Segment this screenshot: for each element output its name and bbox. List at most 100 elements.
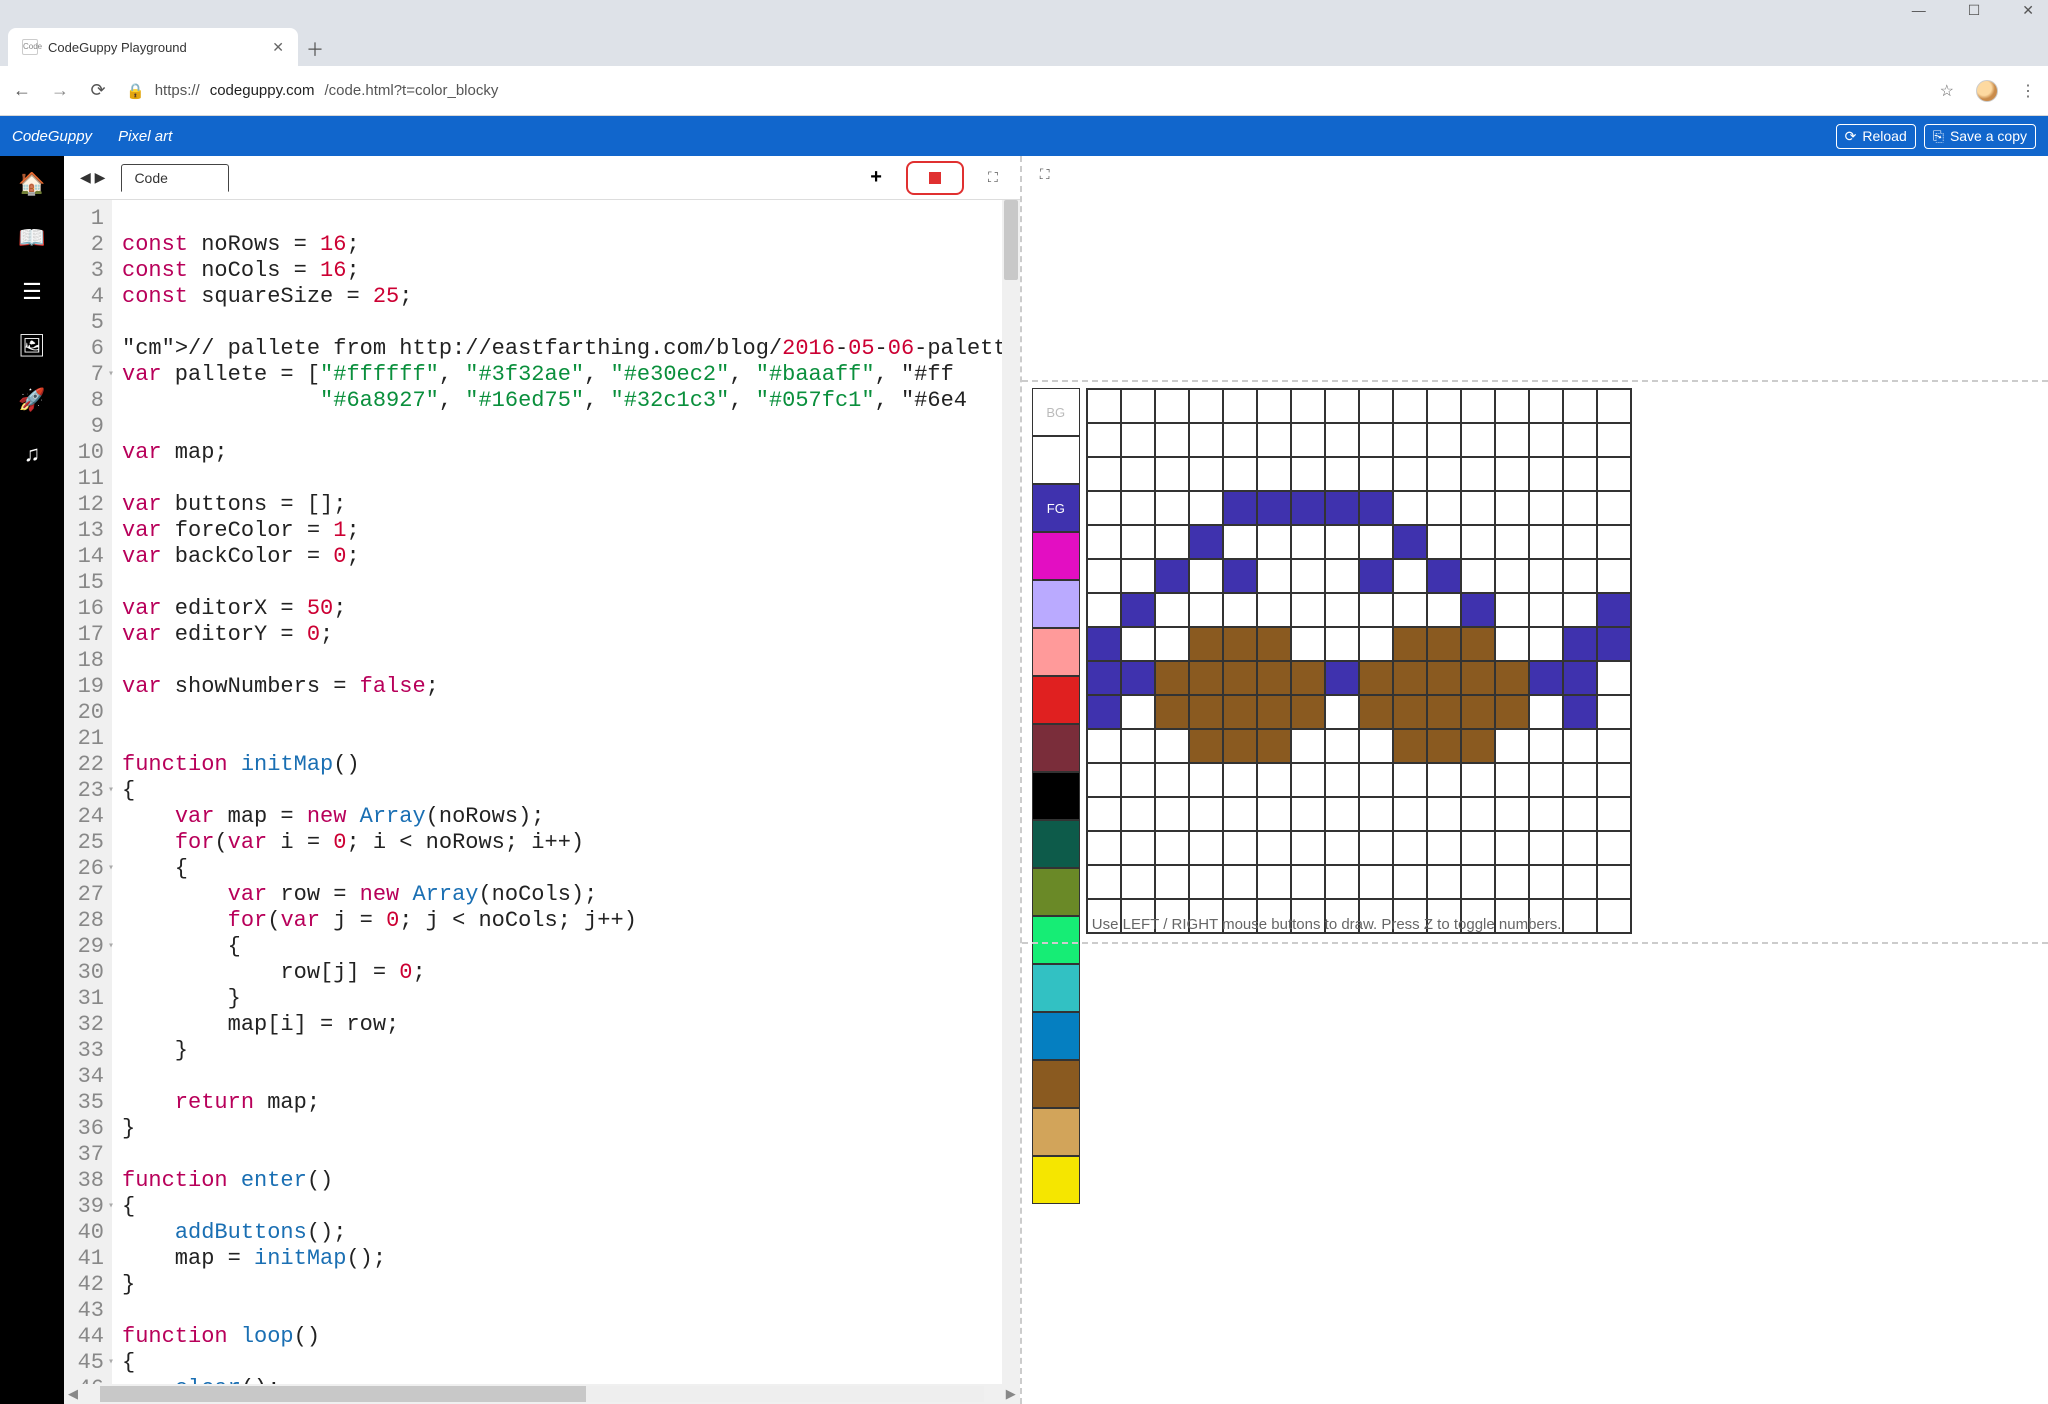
pixel-cell[interactable] — [1495, 525, 1529, 559]
pixel-cell[interactable] — [1121, 389, 1155, 423]
pixel-cell[interactable] — [1325, 389, 1359, 423]
pixel-cell[interactable] — [1223, 389, 1257, 423]
pixel-cell[interactable] — [1087, 627, 1121, 661]
new-tab-button[interactable]: ＋ — [298, 32, 332, 66]
pixel-cell[interactable] — [1257, 661, 1291, 695]
pixel-cell[interactable] — [1325, 525, 1359, 559]
pixel-cell[interactable] — [1189, 729, 1223, 763]
pixel-cell[interactable] — [1529, 797, 1563, 831]
pixel-cell[interactable] — [1393, 729, 1427, 763]
pixel-cell[interactable] — [1223, 593, 1257, 627]
pixel-cell[interactable] — [1427, 661, 1461, 695]
pixel-cell[interactable] — [1223, 661, 1257, 695]
pixel-cell[interactable] — [1495, 763, 1529, 797]
pixel-cell[interactable] — [1393, 661, 1427, 695]
rocket-icon[interactable]: 🚀 — [18, 386, 46, 414]
pixel-cell[interactable] — [1359, 865, 1393, 899]
pixel-cell[interactable] — [1189, 423, 1223, 457]
pixel-cell[interactable] — [1121, 627, 1155, 661]
pixel-cell[interactable] — [1495, 491, 1529, 525]
pixel-cell[interactable] — [1495, 559, 1529, 593]
pixel-cell[interactable] — [1155, 831, 1189, 865]
pixel-cell[interactable] — [1393, 389, 1427, 423]
palette-swatch[interactable] — [1032, 820, 1080, 868]
palette-swatch[interactable] — [1032, 676, 1080, 724]
pixel-cell[interactable] — [1563, 763, 1597, 797]
pixel-cell[interactable] — [1155, 865, 1189, 899]
pixel-cell[interactable] — [1291, 763, 1325, 797]
palette-swatch[interactable] — [1032, 916, 1080, 964]
pixel-cell[interactable] — [1427, 389, 1461, 423]
pixel-cell[interactable] — [1291, 389, 1325, 423]
music-icon[interactable]: ♫ — [18, 440, 46, 468]
pixel-cell[interactable] — [1087, 661, 1121, 695]
pixel-cell[interactable] — [1257, 831, 1291, 865]
pixel-cell[interactable] — [1597, 899, 1631, 933]
pixel-cell[interactable] — [1393, 423, 1427, 457]
pixel-cell[interactable] — [1257, 627, 1291, 661]
pixel-cell[interactable] — [1393, 865, 1427, 899]
pixel-cell[interactable] — [1393, 491, 1427, 525]
pixel-cell[interactable] — [1461, 865, 1495, 899]
pixel-cell[interactable] — [1427, 525, 1461, 559]
pixel-cell[interactable] — [1597, 695, 1631, 729]
scroll-left-icon[interactable]: ◀ — [64, 1386, 82, 1402]
pixel-cell[interactable] — [1597, 661, 1631, 695]
pixel-cell[interactable] — [1155, 593, 1189, 627]
pixel-cell[interactable] — [1461, 729, 1495, 763]
pixel-cell[interactable] — [1257, 525, 1291, 559]
pixel-cell[interactable] — [1189, 389, 1223, 423]
tab-nav[interactable]: ◀ ▶ — [74, 169, 111, 186]
pixel-cell[interactable] — [1495, 457, 1529, 491]
pixel-cell[interactable] — [1223, 865, 1257, 899]
pixel-cell[interactable] — [1189, 831, 1223, 865]
palette-swatch[interactable] — [1032, 1108, 1080, 1156]
pixel-cell[interactable] — [1597, 831, 1631, 865]
pixel-cell[interactable] — [1325, 491, 1359, 525]
pixel-cell[interactable] — [1325, 593, 1359, 627]
fullscreen-output-icon[interactable]: ⛶ — [1040, 166, 1050, 182]
pixel-cell[interactable] — [1189, 457, 1223, 491]
pixel-cell[interactable] — [1427, 491, 1461, 525]
pixel-cell[interactable] — [1563, 593, 1597, 627]
pixel-cell[interactable] — [1257, 559, 1291, 593]
pixel-cell[interactable] — [1291, 559, 1325, 593]
pixel-cell[interactable] — [1189, 763, 1223, 797]
pixel-cell[interactable] — [1461, 797, 1495, 831]
pixel-cell[interactable] — [1359, 389, 1393, 423]
pixel-cell[interactable] — [1359, 797, 1393, 831]
pixel-cell[interactable] — [1393, 559, 1427, 593]
pixel-cell[interactable] — [1529, 389, 1563, 423]
pixel-cell[interactable] — [1563, 559, 1597, 593]
pixel-cell[interactable] — [1155, 389, 1189, 423]
pixel-cell[interactable] — [1563, 661, 1597, 695]
pixel-cell[interactable] — [1597, 389, 1631, 423]
pixel-cell[interactable] — [1325, 729, 1359, 763]
palette-swatch[interactable] — [1032, 964, 1080, 1012]
pixel-cell[interactable] — [1529, 729, 1563, 763]
pixel-cell[interactable] — [1325, 661, 1359, 695]
book-icon[interactable]: 📖 — [18, 224, 46, 252]
scrollbar-thumb-h[interactable] — [100, 1386, 586, 1402]
pixel-cell[interactable] — [1461, 559, 1495, 593]
horizontal-scrollbar[interactable]: ◀ ▶ — [64, 1384, 1020, 1404]
pixel-cell[interactable] — [1155, 525, 1189, 559]
pixel-cell[interactable] — [1291, 865, 1325, 899]
pixel-cell[interactable] — [1291, 695, 1325, 729]
pixel-cell[interactable] — [1461, 423, 1495, 457]
pixel-cell[interactable] — [1087, 831, 1121, 865]
reload-button[interactable]: ⟳ — [88, 80, 108, 101]
pixel-cell[interactable] — [1427, 763, 1461, 797]
code-content[interactable]: const noRows = 16;const noCols = 16;cons… — [112, 200, 1020, 1384]
pixel-cell[interactable] — [1223, 627, 1257, 661]
pixel-cell[interactable] — [1461, 695, 1495, 729]
pixel-cell[interactable] — [1461, 661, 1495, 695]
pixel-cell[interactable] — [1529, 661, 1563, 695]
pixel-cell[interactable] — [1427, 729, 1461, 763]
pixel-cell[interactable] — [1563, 729, 1597, 763]
back-button[interactable]: ← — [12, 80, 32, 101]
pixel-cell[interactable] — [1155, 627, 1189, 661]
pixel-cell[interactable] — [1359, 729, 1393, 763]
palette-swatch[interactable] — [1032, 868, 1080, 916]
brand-link[interactable]: CodeGuppy — [12, 128, 92, 145]
